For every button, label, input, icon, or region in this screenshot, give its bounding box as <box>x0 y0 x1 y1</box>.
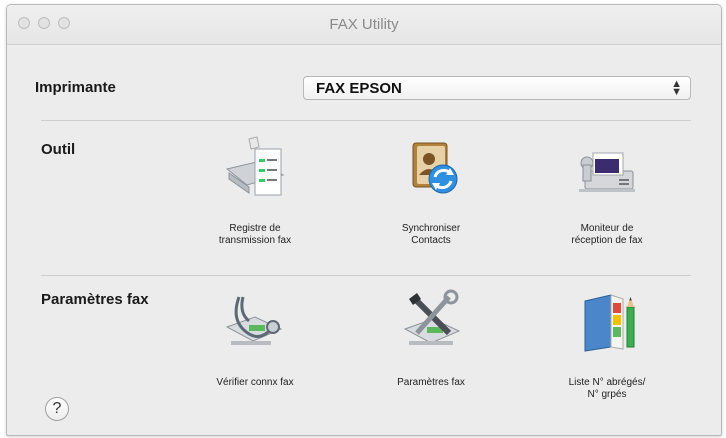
speed-dial-list-tool[interactable]: Liste N° abrégés/ N° grpés <box>537 289 677 401</box>
fax-settings-label: Paramètres fax <box>397 377 465 388</box>
transmission-log-tool[interactable]: Registre de transmission fax <box>185 135 325 247</box>
printer-label: Imprimante <box>35 79 116 96</box>
check-fax-connection-tool[interactable]: Vérifier connx fax <box>185 289 325 389</box>
fax-monitor-label: Moniteur de réception de fax <box>571 223 643 246</box>
fax-monitor-tool[interactable]: Moniteur de réception de fax <box>537 135 677 247</box>
transmission-log-label: Registre de transmission fax <box>218 223 292 246</box>
tools-section-label: Outil <box>41 141 76 158</box>
stethoscope-icon <box>225 296 283 345</box>
tools-settings-icon <box>403 289 461 345</box>
updown-arrows-icon: ▲ ▼ <box>671 78 682 98</box>
title-bar: FAX Utility <box>7 5 721 45</box>
fax-monitor-icon <box>579 152 635 192</box>
help-button[interactable]: ? <box>45 397 69 421</box>
transmission-log-icon <box>225 136 285 196</box>
address-book-icon <box>584 294 635 352</box>
speed-dial-list-label: Liste N° abrégés/ N° grpés <box>568 377 646 400</box>
fax-settings-tool[interactable]: Paramètres fax <box>361 289 501 389</box>
divider <box>41 120 691 121</box>
check-fax-connection-label: Vérifier connx fax <box>216 377 294 388</box>
divider <box>41 275 691 276</box>
window-title: FAX Utility <box>329 16 399 33</box>
printer-select-value: FAX EPSON <box>316 80 402 97</box>
sync-contacts-label: Synchroniser Contacts <box>401 223 461 246</box>
printer-select[interactable]: FAX EPSON ▲ ▼ <box>303 76 691 100</box>
fax-utility-window: FAX Utility Imprimante FAX EPSON ▲ ▼ Outi… <box>6 4 722 436</box>
sync-contacts-icon <box>412 142 458 194</box>
fax-settings-section-label: Paramètres fax <box>41 291 149 308</box>
sync-contacts-tool[interactable]: Synchroniser Contacts <box>361 135 501 247</box>
